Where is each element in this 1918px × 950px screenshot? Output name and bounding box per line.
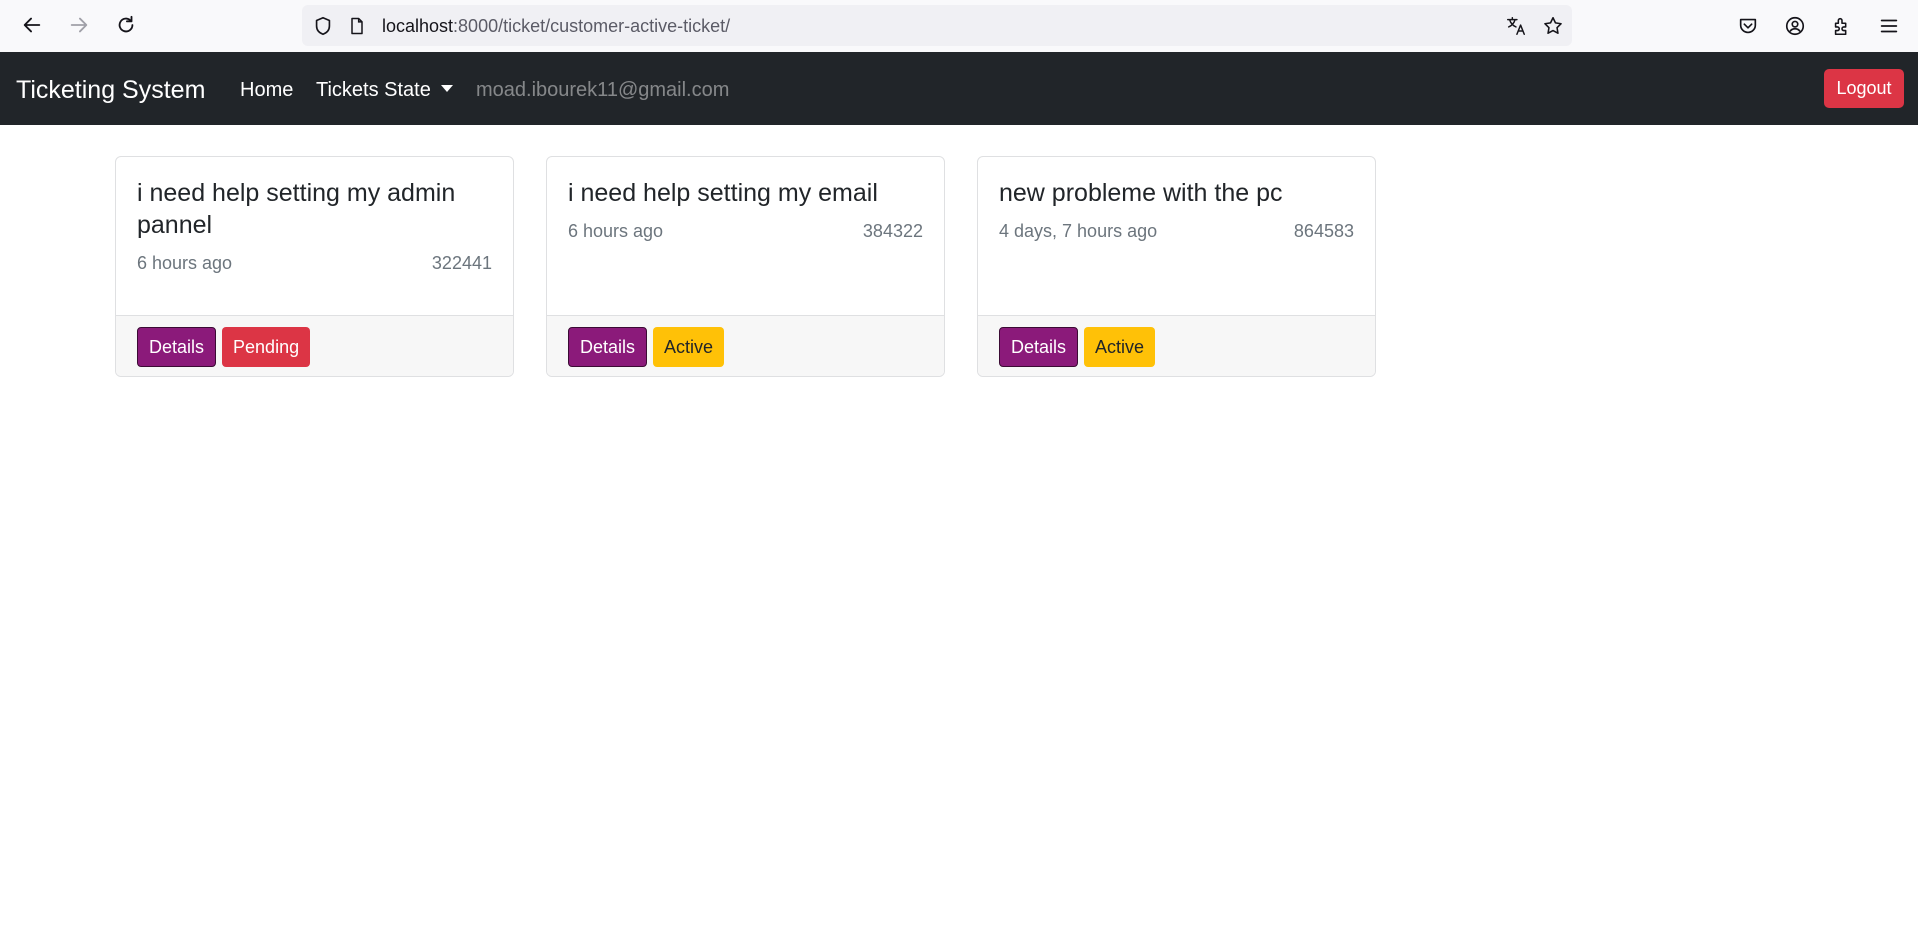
ticket-time-ago: 6 hours ago: [137, 253, 233, 273]
url-path: :8000/ticket/customer-active-ticket/: [453, 16, 731, 36]
browser-toolbar: localhost:8000/ticket/customer-active-ti…: [0, 0, 1918, 52]
ticket-card: i need help setting my admin pannel 6 ho…: [115, 156, 514, 377]
ticket-card: new probleme with the pc 4 days, 7 hours…: [977, 156, 1376, 377]
navbar-brand[interactable]: Ticketing System: [16, 76, 205, 105]
page-icon: [346, 15, 368, 37]
pocket-icon[interactable]: [1736, 14, 1760, 38]
ticket-meta: 6 hours ago 322441: [137, 253, 492, 274]
ticket-time-ago: 4 days, 7 hours ago: [999, 221, 1158, 241]
reload-icon[interactable]: [106, 5, 146, 45]
status-badge: Active: [653, 327, 725, 367]
ticket-time-ago: 6 hours ago: [568, 221, 664, 241]
url-host: localhost: [382, 16, 454, 36]
address-bar[interactable]: localhost:8000/ticket/customer-active-ti…: [302, 5, 1572, 46]
ticket-card-body: i need help setting my email 6 hours ago…: [547, 157, 944, 315]
status-badge: Pending: [222, 327, 311, 367]
user-email: moad.ibourek11@gmail.com: [476, 79, 730, 101]
ticket-card-footer: Details Pending: [116, 315, 513, 376]
ticket-card-footer: Details Active: [547, 315, 944, 376]
ticket-title: new probleme with the pc: [999, 179, 1283, 207]
ticket-card-footer: Details Active: [978, 315, 1375, 376]
details-button[interactable]: Details: [568, 327, 648, 367]
details-button[interactable]: Details: [999, 327, 1079, 367]
status-badge: Active: [1084, 327, 1156, 367]
details-button[interactable]: Details: [137, 327, 217, 367]
menu-icon[interactable]: [1877, 14, 1901, 38]
ticket-id: 384322: [862, 221, 923, 241]
ticket-id: 864583: [1293, 221, 1354, 241]
ticket-title: i need help setting my admin pannel: [137, 179, 456, 239]
nav-tickets-state-dropdown[interactable]: Tickets State: [316, 79, 453, 102]
extensions-icon[interactable]: [1830, 14, 1854, 38]
nav-home-link[interactable]: Home: [240, 79, 293, 102]
ticket-card-body: i need help setting my admin pannel 6 ho…: [116, 157, 513, 315]
ticket-card: i need help setting my email 6 hours ago…: [546, 156, 945, 377]
bookmark-star-icon[interactable]: [1542, 15, 1564, 37]
caret-down-icon: [440, 85, 453, 92]
app-navbar: Ticketing System Home Tickets State moad…: [0, 52, 1918, 125]
ticket-meta: 4 days, 7 hours ago 864583: [999, 221, 1354, 242]
ticket-meta: 6 hours ago 384322: [568, 221, 923, 242]
translate-icon[interactable]: [1505, 15, 1527, 37]
shield-icon[interactable]: [312, 15, 334, 37]
url-text[interactable]: localhost:8000/ticket/customer-active-ti…: [382, 16, 730, 37]
nav-tickets-state-label: Tickets State: [316, 79, 431, 101]
forward-icon[interactable]: [59, 5, 99, 45]
ticket-id: 322441: [431, 253, 492, 273]
logout-button[interactable]: Logout: [1824, 69, 1904, 108]
back-icon[interactable]: [12, 5, 52, 45]
account-icon[interactable]: [1783, 14, 1807, 38]
ticket-card-body: new probleme with the pc 4 days, 7 hours…: [978, 157, 1375, 315]
ticket-title: i need help setting my email: [568, 179, 878, 207]
